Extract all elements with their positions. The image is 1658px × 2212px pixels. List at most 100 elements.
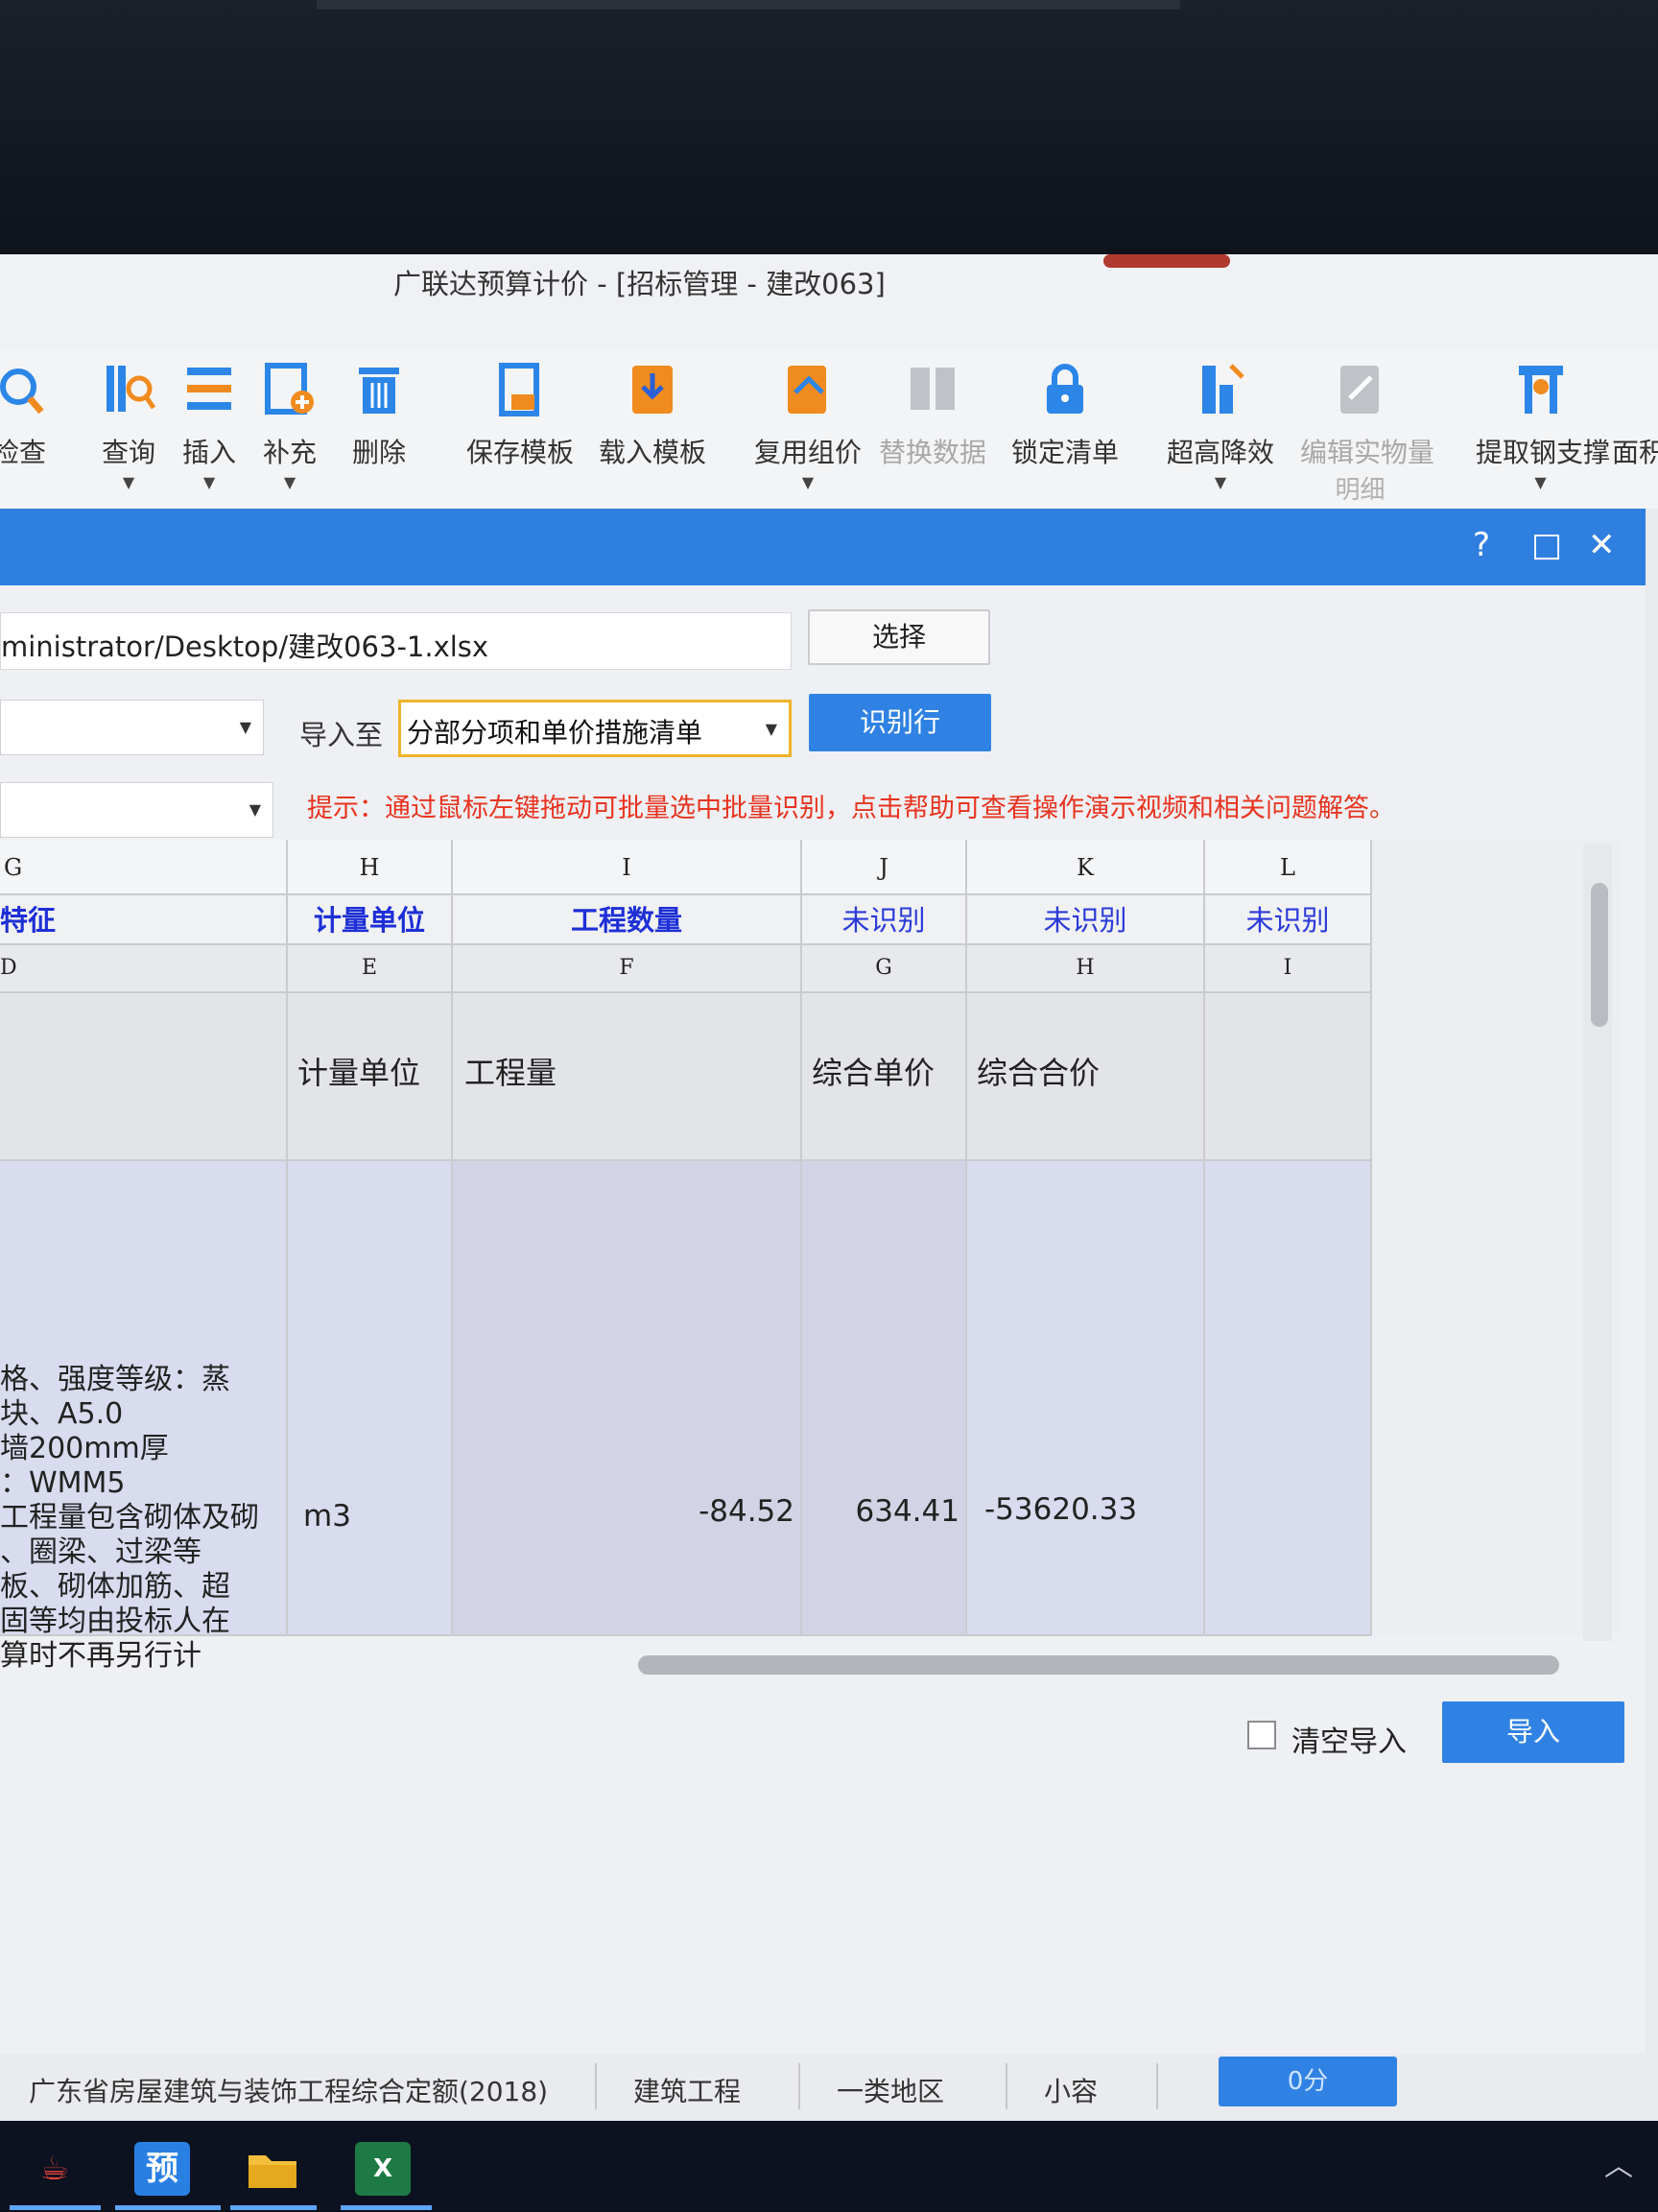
- status-divider: [1156, 2063, 1158, 2109]
- app-icon[interactable]: ☕: [27, 2142, 83, 2196]
- column-header[interactable]: J: [802, 840, 967, 895]
- check-button[interactable]: 检查: [0, 350, 77, 504]
- reuse-price-button[interactable]: 复用组价 ▼: [750, 350, 865, 504]
- table-row-cell[interactable]: [1205, 993, 1372, 1161]
- source-column-letter: E: [288, 945, 453, 993]
- status-bar: 广东省房屋建筑与装饰工程综合定额(2018) 建筑工程 一类地区 小容: [0, 2054, 1658, 2121]
- chevron-down-icon[interactable]: ▼: [1534, 473, 1546, 491]
- height-reduction-label: 超高降效: [1166, 437, 1274, 468]
- active-indicator: [341, 2205, 432, 2210]
- load-template-label: 载入模板: [598, 437, 706, 468]
- active-indicator: [115, 2205, 221, 2210]
- table-row-cell[interactable]: 综合合价: [967, 993, 1205, 1161]
- description-cell-text: 格、强度等级：蒸 块、A5.0 墙200mm厚 ：WMM5 工程量包含砌体及砌 …: [0, 1363, 288, 1674]
- table-row-cell[interactable]: [0, 993, 288, 1161]
- status-divider: [595, 2063, 597, 2109]
- file-path-value: ministrator/Desktop/建改063-1.xlsx: [1, 630, 489, 663]
- close-icon[interactable]: ✕: [1588, 526, 1616, 564]
- chevron-down-icon[interactable]: ▼: [284, 473, 296, 491]
- load-template-icon: [632, 366, 673, 414]
- column-header[interactable]: H: [288, 840, 453, 895]
- mapping-cell[interactable]: 特征: [0, 895, 288, 945]
- excel-icon[interactable]: X: [355, 2142, 411, 2196]
- steel-support-button[interactable]: 提取钢支撑 ▼: [1476, 350, 1611, 504]
- check-icon: [0, 369, 44, 415]
- unit-price-value: 634.41: [855, 1494, 959, 1529]
- chevron-down-icon: ▼: [249, 800, 261, 819]
- file-path-field[interactable]: ministrator/Desktop/建改063-1.xlsx: [0, 612, 792, 670]
- total-price-value: -53620.33: [984, 1492, 1138, 1527]
- chevron-down-icon[interactable]: ▼: [123, 473, 134, 491]
- table-row-cell[interactable]: 634.41: [802, 1161, 967, 1636]
- load-template-button[interactable]: 载入模板: [595, 350, 710, 504]
- table-row-cell[interactable]: [1205, 1161, 1372, 1636]
- source-column-letter: H: [967, 945, 1205, 993]
- column-header[interactable]: K: [967, 840, 1205, 895]
- lock-icon: [1047, 364, 1083, 414]
- window-title: 广联达预算计价 - [招标管理 - 建改063]: [393, 268, 886, 300]
- mapping-cell[interactable]: 计量单位: [288, 895, 453, 945]
- lock-list-button[interactable]: 锁定清单: [1007, 350, 1123, 504]
- source-column-letter: F: [453, 945, 802, 993]
- height-reduction-button[interactable]: 超高降效 ▼: [1163, 350, 1278, 504]
- active-indicator: [230, 2205, 317, 2210]
- steel-support-icon: [1518, 366, 1563, 414]
- column-header[interactable]: I: [453, 840, 802, 895]
- status-score[interactable]: 0分: [1219, 2057, 1397, 2106]
- range-select[interactable]: ▼: [0, 782, 273, 838]
- chevron-down-icon: ▼: [765, 720, 777, 738]
- tray-chevron-up-icon[interactable]: ︿: [1604, 2142, 1633, 2184]
- status-quota: 广东省房屋建筑与装饰工程综合定额(2018): [29, 2076, 549, 2107]
- horizontal-scroll-thumb[interactable]: [638, 1655, 1559, 1675]
- clear-import-label: 清空导入: [1291, 1725, 1407, 1759]
- chevron-down-icon[interactable]: ▼: [1215, 473, 1226, 491]
- maximize-icon[interactable]: □: [1531, 526, 1562, 564]
- replace-data-label: 替换数据: [878, 437, 986, 468]
- save-template-button[interactable]: 保存模板: [462, 350, 578, 504]
- screen-bezel: [0, 0, 1658, 254]
- import-to-select[interactable]: 分部分项和单价措施清单 ▼: [398, 700, 792, 757]
- folder-icon[interactable]: [245, 2142, 300, 2196]
- table-row-cell[interactable]: 综合单价: [802, 993, 967, 1161]
- status-project-type: 建筑工程: [633, 2076, 742, 2107]
- table-row-cell[interactable]: 工程量: [453, 993, 802, 1161]
- chevron-down-icon: ▼: [239, 718, 251, 736]
- mapping-cell[interactable]: 工程数量: [453, 895, 802, 945]
- vertical-scroll-thumb[interactable]: [1591, 883, 1608, 1027]
- clear-import-checkbox[interactable]: [1247, 1721, 1276, 1749]
- table-row-cell[interactable]: -53620.33: [967, 1161, 1205, 1636]
- edit-quantity-label: 编辑实物量: [1300, 437, 1435, 468]
- delete-button[interactable]: 删除: [321, 350, 437, 504]
- budget-icon[interactable]: 预: [134, 2142, 190, 2196]
- mapping-cell[interactable]: 未识别: [1205, 895, 1372, 945]
- select-button[interactable]: 选择: [808, 609, 990, 665]
- table-row-cell[interactable]: m3: [288, 1161, 453, 1636]
- edit-quantity-icon: [1339, 366, 1379, 414]
- unit-price-header-text: 综合单价: [812, 1055, 936, 1091]
- identify-row-button[interactable]: 识别行: [809, 694, 991, 751]
- import-button[interactable]: 导入: [1442, 1701, 1624, 1763]
- hint-text: 提示：通过鼠标左键拖动可批量选中批量识别，点击帮助可查看操作演示视频和相关问题解…: [307, 794, 1395, 823]
- column-header[interactable]: G: [0, 840, 288, 895]
- title-handle[interactable]: [1103, 254, 1230, 268]
- table-row-cell[interactable]: -84.52: [453, 1161, 802, 1636]
- reuse-price-label: 复用组价: [753, 437, 862, 468]
- chevron-down-icon[interactable]: ▼: [802, 473, 814, 491]
- replace-data-icon: [911, 368, 955, 410]
- column-header[interactable]: L: [1205, 840, 1372, 895]
- description-line: 块、A5.0: [0, 1397, 124, 1431]
- check-label: 检查: [0, 437, 46, 468]
- mapping-cell[interactable]: 未识别: [802, 895, 967, 945]
- table-row-cell[interactable]: 计量单位: [288, 993, 453, 1161]
- query-icon: [107, 366, 156, 412]
- mapping-cell[interactable]: 未识别: [967, 895, 1205, 945]
- source-column-letter: G: [802, 945, 967, 993]
- title-bar: 广联达预算计价 - [招标管理 - 建改063]: [0, 254, 1658, 350]
- area-button[interactable]: 面积: [1612, 350, 1658, 504]
- help-icon[interactable]: ?: [1473, 526, 1490, 564]
- chevron-down-icon[interactable]: ▼: [203, 473, 215, 491]
- dialog-header: ? □ ✕: [0, 509, 1646, 585]
- steel-support-label: 提取钢支撑: [1476, 437, 1611, 468]
- sheet-select[interactable]: ▼: [0, 700, 264, 755]
- description-line: 格、强度等级：蒸: [0, 1363, 230, 1396]
